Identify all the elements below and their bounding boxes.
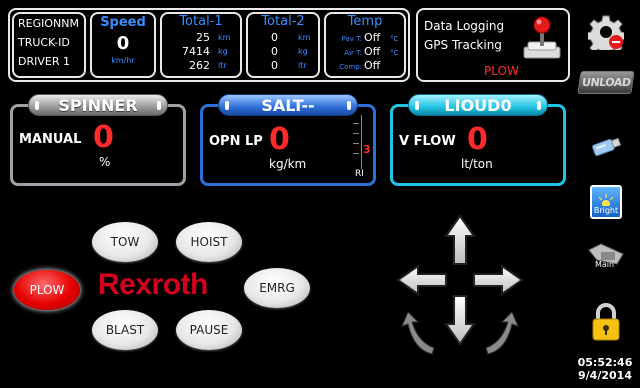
- liquid-title-text: LIOUD0: [444, 95, 512, 115]
- arrow-left-icon[interactable]: [396, 264, 447, 296]
- total1-value: 262: [189, 59, 210, 72]
- total2-value: 0: [271, 45, 278, 58]
- temp-unit: °C: [390, 49, 399, 57]
- salt-gauge-value: 3: [363, 143, 371, 156]
- salt-value: 0: [269, 122, 290, 157]
- pause-button[interactable]: PAUSE: [176, 310, 242, 350]
- usb-button[interactable]: [584, 130, 628, 162]
- vehicle-info-box: REGIONNM TRUCK-ID DRIVER 1: [12, 12, 86, 78]
- pav-temp-label: Pav T:: [341, 35, 362, 43]
- lock-icon: [592, 303, 620, 341]
- temp-title: Temp: [347, 14, 383, 29]
- emrg-button[interactable]: EMRG: [244, 268, 310, 308]
- joystick-icon: [523, 16, 561, 59]
- total1-unit: kg: [218, 47, 228, 56]
- total2-value: 0: [271, 59, 278, 72]
- liquid-unit: lt/ton: [461, 157, 493, 171]
- settings-button[interactable]: [584, 12, 628, 52]
- total1-title: Total-1: [179, 14, 223, 29]
- rotate-left-icon[interactable]: [401, 311, 435, 355]
- total2-value: 0: [271, 31, 278, 44]
- clock-date: 9/4/2014: [578, 369, 632, 382]
- spinner-value: 0: [93, 120, 114, 155]
- arrow-down-icon[interactable]: [444, 295, 476, 346]
- total1-unit: ltr: [218, 61, 227, 70]
- arrow-up-icon[interactable]: [444, 214, 476, 265]
- clock: 05:52:46 9/4/2014: [574, 356, 636, 382]
- total1-box: Total-1 25 7414 262 km kg ltr: [160, 12, 242, 78]
- spinner-title-text: SPINNER: [58, 95, 138, 115]
- air-temp-label: Air T:: [344, 49, 362, 57]
- speed-value: 0: [116, 33, 130, 54]
- plow-button[interactable]: PLOW: [14, 270, 80, 310]
- spinner-unit: %: [99, 155, 111, 169]
- temp-unit: °C: [390, 35, 399, 43]
- total1-value: 7414: [182, 45, 210, 58]
- salt-title-text: SALT--: [261, 95, 315, 115]
- liquid-mode: V FLOW: [399, 134, 456, 149]
- bright-label: Bright: [593, 206, 619, 215]
- unload-label: UNLOAD: [577, 70, 635, 94]
- direction-pad[interactable]: [390, 212, 530, 362]
- clock-time: 05:52:46: [577, 356, 633, 369]
- usb-drive-icon: [592, 137, 622, 157]
- spinner-title: SPINNER: [28, 94, 168, 116]
- data-logging-label: Data Logging: [424, 19, 505, 33]
- total2-unit: ltr: [298, 61, 307, 70]
- mode-indicator: PLOW: [484, 64, 519, 78]
- salt-gauge-label: RI: [355, 169, 364, 179]
- gear-icon: [588, 15, 624, 50]
- speed-title: Speed: [100, 15, 146, 30]
- region-name: REGIONNM: [18, 17, 79, 30]
- rotate-right-icon[interactable]: [485, 311, 519, 355]
- main-label: Main: [595, 260, 615, 269]
- status-box[interactable]: Data Logging GPS Tracking PLOW: [416, 8, 570, 82]
- spinner-mode: MANUAL: [19, 132, 82, 147]
- total1-value: 25: [196, 31, 210, 44]
- tow-button[interactable]: TOW: [92, 222, 158, 262]
- total2-unit: km: [298, 33, 311, 42]
- salt-rate-gauge: 3: [353, 115, 371, 171]
- comp-value: Off: [364, 59, 381, 72]
- hoist-button[interactable]: HOIST: [176, 222, 242, 262]
- liquid-title: LIOUD0: [408, 94, 548, 116]
- blast-button[interactable]: BLAST: [92, 310, 158, 350]
- rexroth-logo: Rexroth: [98, 268, 208, 301]
- salt-panel[interactable]: OPN LP 0 kg/km 3 RI: [200, 104, 376, 186]
- spinner-panel[interactable]: MANUAL 0 %: [10, 104, 186, 186]
- temp-box: Temp Pav T: Air T: Comp: Off Off Off °C …: [324, 12, 406, 78]
- driver-name: DRIVER 1: [18, 55, 70, 68]
- salt-unit: kg/km: [269, 157, 307, 171]
- total2-unit: kg: [298, 47, 308, 56]
- total2-box: Total-2 0 0 0 km kg ltr: [246, 12, 320, 78]
- speed-box: Speed 0 km/hr: [90, 12, 156, 78]
- brightness-button[interactable]: Bright: [584, 182, 628, 222]
- salt-mode: OPN LP: [209, 134, 263, 149]
- sun-icon: [598, 194, 614, 206]
- main-menu-button[interactable]: Main: [584, 240, 628, 282]
- pav-temp-value: Off: [364, 31, 381, 44]
- total1-unit: km: [218, 33, 231, 42]
- air-temp-value: Off: [364, 45, 381, 58]
- lock-button[interactable]: [584, 300, 628, 344]
- liquid-value: 0: [467, 122, 488, 157]
- liquid-panel[interactable]: V FLOW 0 lt/ton: [390, 104, 566, 186]
- speed-unit: km/hr: [111, 56, 135, 65]
- unload-button[interactable]: UNLOAD: [577, 68, 635, 96]
- total2-title: Total-2: [261, 14, 305, 29]
- truck-id: TRUCK-ID: [18, 36, 70, 49]
- gps-tracking-label: GPS Tracking: [424, 38, 502, 52]
- comp-label: Comp:: [339, 63, 362, 71]
- arrow-right-icon[interactable]: [473, 264, 524, 296]
- salt-title: SALT--: [218, 94, 358, 116]
